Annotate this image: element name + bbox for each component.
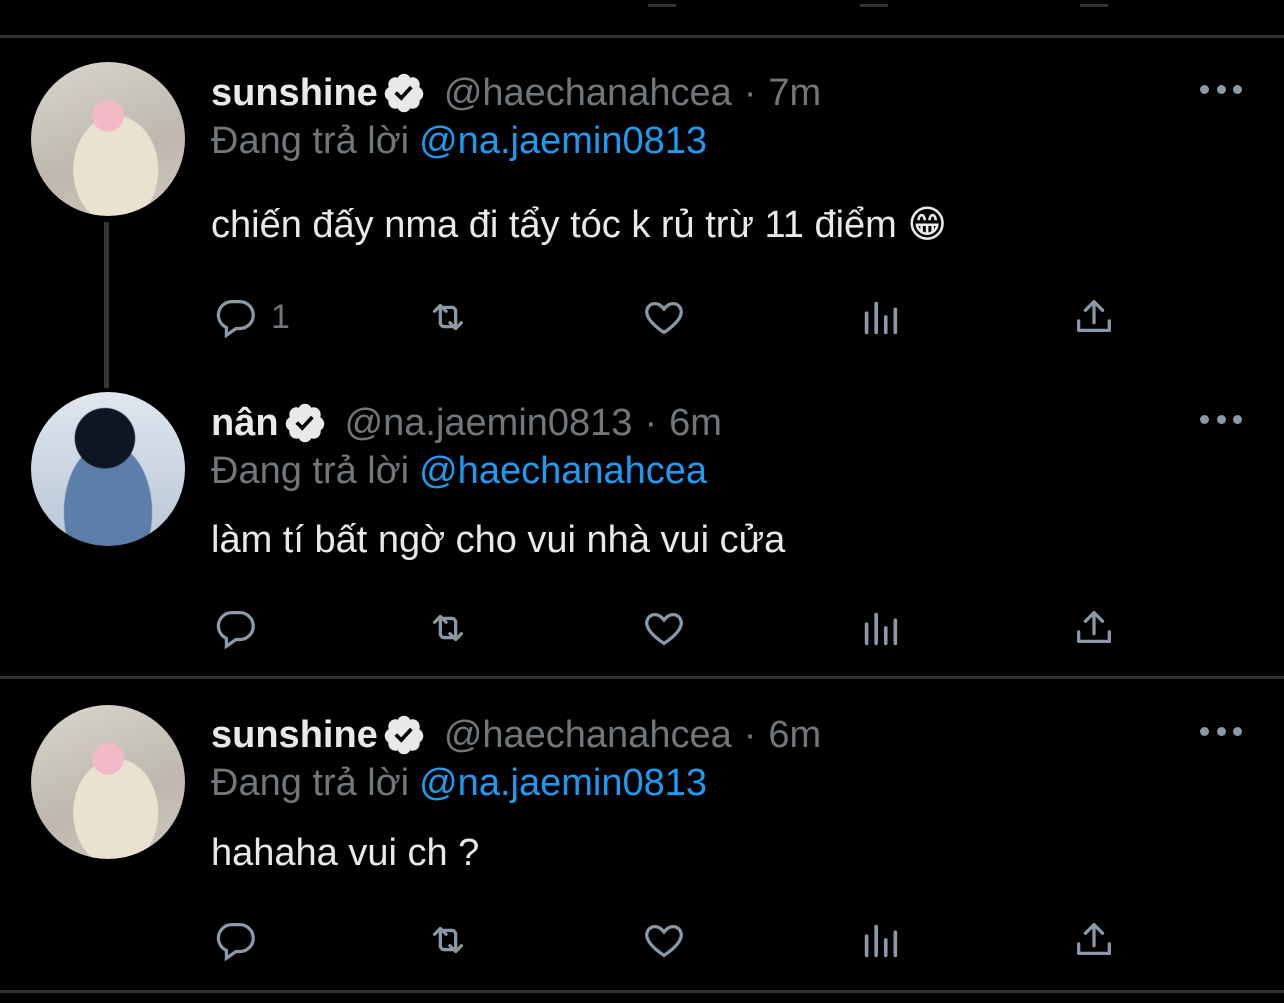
avatar[interactable] [31,62,185,216]
thread-line [104,222,109,388]
views-icon [864,612,898,646]
handle[interactable]: @na.jaemin0813 [345,400,633,446]
verified-icon [384,715,424,755]
tweet-header: sunshine @haechanahcea · 6m [211,712,821,758]
like-button[interactable] [641,605,687,651]
timestamp[interactable]: 7m [768,70,821,116]
timestamp[interactable]: 6m [768,712,821,758]
replying-to-label: Đang trả lời [211,120,410,162]
tweet-text: hahaha vui ch ? [211,832,480,874]
replying-to: Đang trả lời @na.jaemin0813 [211,118,707,164]
avatar[interactable] [31,392,185,546]
avatar[interactable] [31,705,185,859]
separator: · [644,402,658,444]
like-icon [645,924,683,958]
action-bar [211,605,1121,651]
divider [0,990,1284,993]
replying-to: Đang trả lời @na.jaemin0813 [211,760,707,806]
divider [0,676,1284,679]
share-button[interactable] [1071,294,1117,340]
handle[interactable]: @haechanahcea [444,712,732,758]
replying-to-label: Đang trả lời [211,762,410,804]
like-button[interactable] [641,917,687,963]
reply-mention-link[interactable]: @haechanahcea [419,450,707,492]
like-icon [645,612,683,646]
verified-icon [384,73,424,113]
reply-icon [216,300,255,339]
tweet-text: chiến đấy nma đi tẩy tóc k rủ trừ 11 điể… [211,204,947,246]
like-button[interactable] [641,294,687,340]
retweet-button[interactable] [425,294,471,340]
display-name[interactable]: nân [211,400,279,446]
display-name[interactable]: sunshine [211,712,378,758]
reply-mention-link[interactable]: @na.jaemin0813 [419,120,707,162]
views-button[interactable] [857,605,903,651]
share-icon [1077,300,1111,333]
views-icon [864,301,898,335]
reply-count: 1 [271,297,290,336]
share-icon [1077,611,1111,644]
handle[interactable]: @haechanahcea [444,70,732,116]
more-icon[interactable] [1200,412,1242,426]
share-button[interactable] [1071,917,1117,963]
views-icon [864,924,898,958]
tweet-header: sunshine @haechanahcea · 7m [211,70,821,116]
reply-button[interactable] [213,917,271,963]
reply-mention-link[interactable]: @na.jaemin0813 [419,762,707,804]
retweet-icon [432,614,464,642]
retweet-icon [432,926,464,954]
previous-tweet-actions-cutoff [0,0,1284,10]
more-icon[interactable] [1200,82,1242,96]
action-bar: 1 [211,294,1121,340]
tweet-header: nân @na.jaemin0813 · 6m [211,400,722,446]
display-name[interactable]: sunshine [211,70,378,116]
replying-to: Đang trả lời @haechanahcea [211,448,707,494]
reply-button[interactable] [213,605,271,651]
separator: · [743,72,757,114]
reply-icon [216,611,255,650]
retweet-icon [432,303,464,331]
views-button[interactable] [857,294,903,340]
verified-icon [285,403,324,443]
action-bar [211,917,1121,963]
timestamp[interactable]: 6m [669,400,722,446]
reply-button[interactable]: 1 [213,294,290,340]
retweet-button[interactable] [425,917,471,963]
separator: · [743,714,757,756]
divider [0,35,1284,38]
tweet-text: làm tí bất ngờ cho vui nhà vui cửa [211,519,786,561]
views-button[interactable] [857,917,903,963]
share-button[interactable] [1071,605,1117,651]
retweet-button[interactable] [425,605,471,651]
share-icon [1077,923,1111,956]
more-icon[interactable] [1200,724,1242,738]
like-icon [645,301,683,335]
reply-icon [216,923,255,962]
replying-to-label: Đang trả lời [211,450,410,492]
